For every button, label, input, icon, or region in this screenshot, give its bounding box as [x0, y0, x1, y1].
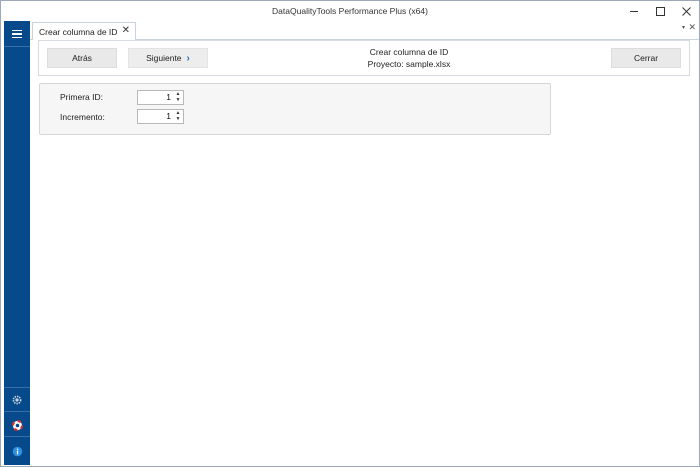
menu-icon-bar [12, 33, 22, 35]
settings-panel: Primera ID: 1 ▲ ▼ Incremento: 1 ▲ ▼ [39, 83, 551, 135]
stepper-arrows[interactable]: ▲ ▼ [174, 110, 182, 123]
wizard-title: Crear columna de ID [369, 47, 449, 57]
info-icon [12, 446, 22, 456]
stepper-down-icon[interactable]: ▼ [174, 97, 182, 103]
main-content: Atrás Siguiente › Crear columna de ID Pr… [30, 40, 699, 465]
first-id-label: Primera ID: [60, 92, 103, 102]
first-id-value: 1 [166, 92, 171, 102]
tab-close-icon[interactable]: ✕ [122, 25, 130, 36]
help-lifebuoy-icon [11, 419, 23, 431]
document-tab-strip: Crear columna de ID ✕ ▾ ✕ [30, 21, 699, 40]
close-button[interactable]: Cerrar [611, 48, 681, 68]
sidebar-divider [4, 411, 30, 412]
increment-label: Incremento: [60, 112, 105, 122]
wizard-toolbar: Atrás Siguiente › Crear columna de ID Pr… [38, 40, 690, 76]
close-window-button[interactable] [671, 1, 699, 21]
next-button[interactable]: Siguiente › [128, 48, 208, 68]
stepper-arrows[interactable]: ▲ ▼ [174, 91, 182, 104]
back-button[interactable]: Atrás [47, 48, 117, 68]
sidebar [4, 21, 30, 465]
close-icon [681, 6, 691, 16]
help-button[interactable] [10, 418, 24, 432]
chevron-right-icon: › [186, 52, 190, 64]
settings-button[interactable] [10, 393, 24, 407]
sidebar-divider [4, 46, 30, 47]
settings-icon [12, 395, 22, 405]
window-title: DataQualityTools Performance Plus (x64) [272, 6, 428, 16]
tab-list-dropdown-icon[interactable]: ▾ [682, 24, 685, 31]
wizard-heading: Crear columna de ID Proyecto: sample.xls… [269, 46, 549, 70]
project-name: Proyecto: sample.xlsx [367, 59, 451, 69]
title-bar: DataQualityTools Performance Plus (x64) [1, 1, 699, 21]
stepper-down-icon[interactable]: ▼ [174, 116, 182, 122]
menu-icon-bar [12, 36, 22, 39]
menu-button[interactable] [7, 24, 27, 44]
increment-value: 1 [166, 111, 171, 121]
next-button-label: Siguiente [146, 53, 182, 63]
maximize-icon [655, 6, 665, 16]
info-button[interactable] [10, 444, 24, 458]
sidebar-divider [4, 436, 30, 437]
increment-stepper[interactable]: 1 ▲ ▼ [137, 109, 184, 124]
first-id-stepper[interactable]: 1 ▲ ▼ [137, 90, 184, 105]
tab-label: Crear columna de ID [39, 26, 118, 37]
app-window: DataQualityTools Performance Plus (x64) [0, 0, 700, 467]
close-all-tabs-icon[interactable]: ✕ [688, 22, 696, 33]
sidebar-divider [4, 387, 30, 388]
menu-icon-bar [12, 29, 22, 32]
minimize-icon [630, 10, 638, 12]
tab-crear-columna-de-id[interactable]: Crear columna de ID ✕ [32, 22, 136, 40]
